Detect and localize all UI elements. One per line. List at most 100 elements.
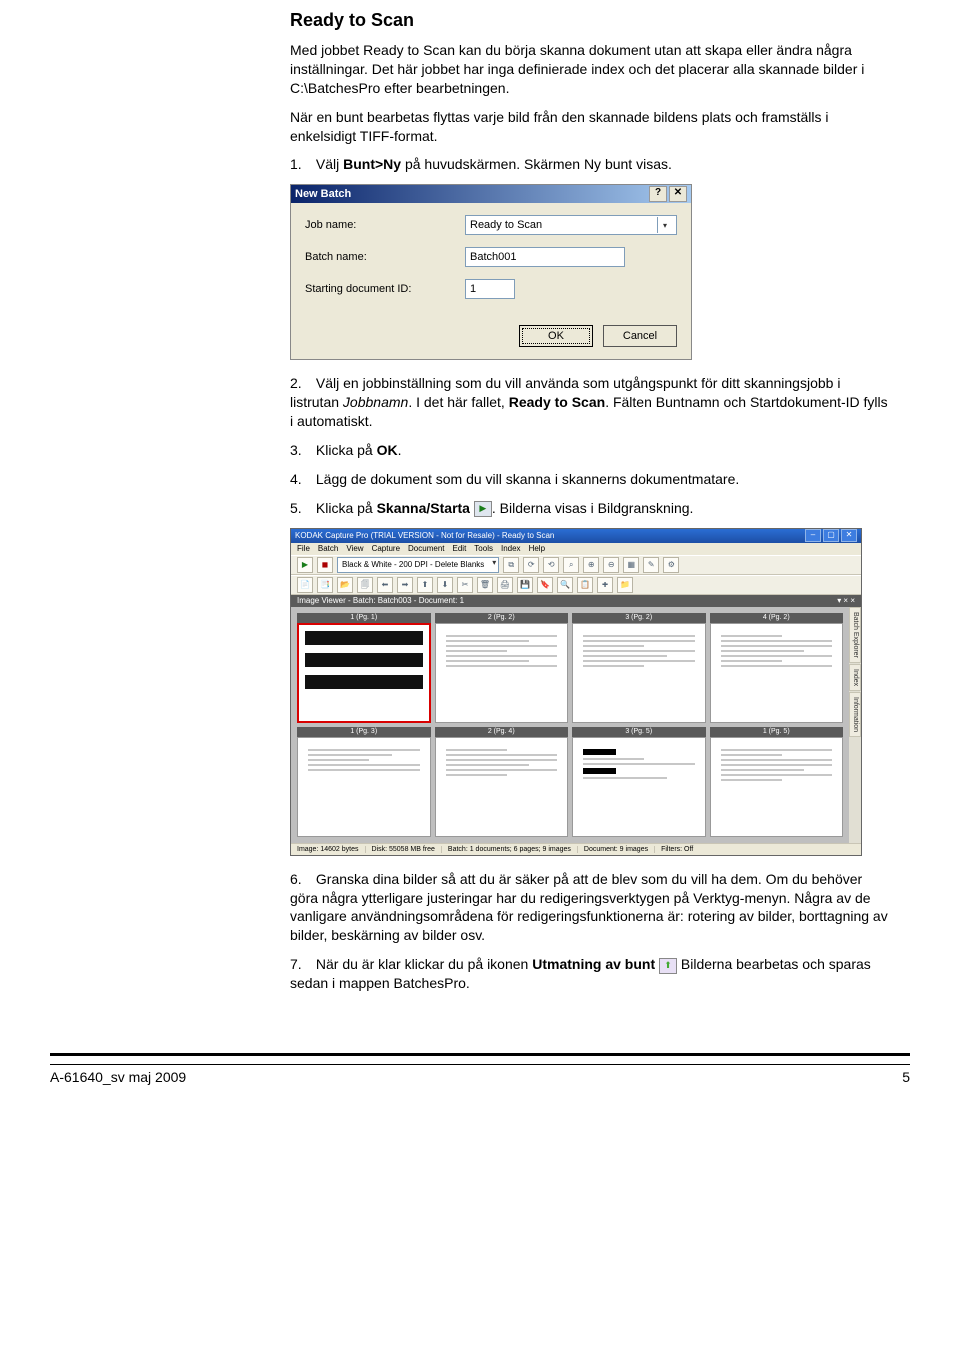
play-icon[interactable]: ▶ [297,557,313,573]
tb2-icon-10[interactable]: 🗑 [477,577,493,593]
viewer-header-text: Image Viewer - Batch: Batch003 - Documen… [297,596,464,605]
thumb-header: 3 (Pg. 5) [572,727,706,737]
thumb-header: 4 (Pg. 2) [710,613,844,623]
tb2-icon-15[interactable]: 📋 [577,577,593,593]
step-2: 2. Välj en jobbinställning som du vill a… [290,374,890,431]
batch-name-label: Batch name: [305,251,465,263]
cancel-button[interactable]: Cancel [603,325,677,347]
status-document: Document: 9 images [578,846,655,853]
tb2-icon-12[interactable]: 💾 [517,577,533,593]
tb2-icon-7[interactable]: ⬆ [417,577,433,593]
menu-file[interactable]: File [297,544,310,553]
scan-profile-dropdown[interactable]: Black & White - 200 DPI - Delete Blanks [337,557,499,573]
job-name-label: Job name: [305,219,465,231]
batch-output-icon: ⬆ [659,958,677,974]
thumb-header: 1 (Pg. 3) [297,727,431,737]
thumbnail[interactable] [435,623,569,723]
scan-start-icon: ▶ [474,501,492,517]
tb-icon-4[interactable]: ⌕ [563,557,579,573]
tb-icon-6[interactable]: ⊖ [603,557,619,573]
step-3: 3. Klicka på OK. [290,441,890,460]
thumb-header: 1 (Pg. 5) [710,727,844,737]
tb-icon-3[interactable]: ⟲ [543,557,559,573]
dialog-close-button[interactable]: ✕ [669,186,687,202]
status-filters: Filters: Off [655,846,699,853]
menu-help[interactable]: Help [529,544,545,553]
thumbnail[interactable] [710,623,844,723]
thumbnail[interactable] [572,737,706,837]
tb2-icon-5[interactable]: ⬅ [377,577,393,593]
tb-icon-9[interactable]: ⚙ [663,557,679,573]
close-icon[interactable]: ✕ [841,529,857,542]
thumbnail[interactable] [572,623,706,723]
app-toolbar-1: ▶ ◼ Black & White - 200 DPI - Delete Bla… [291,555,861,575]
step-7: 7. När du är klar klickar du på ikonen U… [290,955,890,993]
tb2-icon-3[interactable]: 📂 [337,577,353,593]
tb-icon-2[interactable]: ⟳ [523,557,539,573]
thumb-header: 2 (Pg. 4) [435,727,569,737]
menu-view[interactable]: View [346,544,363,553]
tb2-icon-1[interactable]: 📄 [297,577,313,593]
thumbnail[interactable] [297,623,431,723]
thumb-header: 2 (Pg. 2) [435,613,569,623]
menu-document[interactable]: Document [408,544,444,553]
status-batch: Batch: 1 documents; 6 pages; 9 images [442,846,578,853]
batch-name-input[interactable]: Batch001 [465,247,625,267]
step-4: 4. Lägg de dokument som du vill skanna i… [290,470,890,489]
tb2-icon-6[interactable]: ➡ [397,577,413,593]
side-tab-batch-explorer[interactable]: Batch Explorer [849,607,861,663]
tb2-icon-8[interactable]: ⬇ [437,577,453,593]
side-tab-index[interactable]: Index [849,664,861,691]
thumb-header: 1 (Pg. 1) [297,613,431,623]
tb2-icon-11[interactable]: 🖨 [497,577,513,593]
status-image: Image: 14602 bytes [291,846,366,853]
tb-icon-1[interactable]: ⧉ [503,557,519,573]
menu-index[interactable]: Index [501,544,521,553]
intro-para-1: Med jobbet Ready to Scan kan du börja sk… [290,41,890,98]
tb2-icon-4[interactable]: 🗐 [357,577,373,593]
tb2-icon-16[interactable]: 🞦 [597,577,613,593]
menu-capture[interactable]: Capture [372,544,400,553]
tb-icon-7[interactable]: ▦ [623,557,639,573]
thumbnail[interactable] [435,737,569,837]
app-window-title: KODAK Capture Pro (TRIAL VERSION - Not f… [295,531,803,540]
stop-icon[interactable]: ◼ [317,557,333,573]
menu-edit[interactable]: Edit [453,544,467,553]
app-toolbar-2: 📄 📑 📂 🗐 ⬅ ➡ ⬆ ⬇ ✂ 🗑 🖨 💾 🔖 🔍 📋 🞦 📁 [291,575,861,595]
maximize-icon[interactable]: ▢ [823,529,839,542]
tb2-icon-2[interactable]: 📑 [317,577,333,593]
tb-icon-8[interactable]: ✎ [643,557,659,573]
app-statusbar: Image: 14602 bytes Disk: 55058 MB free B… [291,843,861,855]
footer-page-number: 5 [902,1069,910,1085]
step-1: 1. Välj Bunt>Ny på huvudskärmen. Skärmen… [290,155,890,174]
status-disk: Disk: 55058 MB free [366,846,442,853]
menu-tools[interactable]: Tools [474,544,493,553]
app-screenshot: KODAK Capture Pro (TRIAL VERSION - Not f… [290,528,862,856]
thumbnail-grid: 1 (Pg. 1) 2 (Pg. 2) 3 (Pg. [291,607,849,843]
chevron-down-icon: ▾ [657,217,672,233]
dialog-title: New Batch [295,188,647,200]
dialog-help-button[interactable]: ? [649,186,667,202]
menu-batch[interactable]: Batch [318,544,338,553]
tb2-icon-9[interactable]: ✂ [457,577,473,593]
thumb-header: 3 (Pg. 2) [572,613,706,623]
starting-id-input[interactable]: 1 [465,279,515,299]
thumbnail[interactable] [710,737,844,837]
starting-id-label: Starting document ID: [305,283,465,295]
side-tabs: Batch Explorer Index Information [849,607,861,843]
app-titlebar: KODAK Capture Pro (TRIAL VERSION - Not f… [291,529,861,543]
tb-icon-5[interactable]: ⊕ [583,557,599,573]
tb2-icon-17[interactable]: 📁 [617,577,633,593]
side-tab-information[interactable]: Information [849,692,861,737]
thumbnail[interactable] [297,737,431,837]
step-6: 6. Granska dina bilder så att du är säke… [290,870,890,946]
dialog-titlebar: New Batch ? ✕ [291,185,691,203]
tb2-icon-14[interactable]: 🔍 [557,577,573,593]
job-name-dropdown[interactable]: Ready to Scan ▾ [465,215,677,235]
section-title: Ready to Scan [290,10,890,31]
tb2-icon-13[interactable]: 🔖 [537,577,553,593]
minimize-icon[interactable]: – [805,529,821,542]
app-menubar[interactable]: File Batch View Capture Document Edit To… [291,543,861,555]
ok-button[interactable]: OK [519,325,593,347]
viewer-header-controls[interactable]: ▾ × × [837,596,855,605]
